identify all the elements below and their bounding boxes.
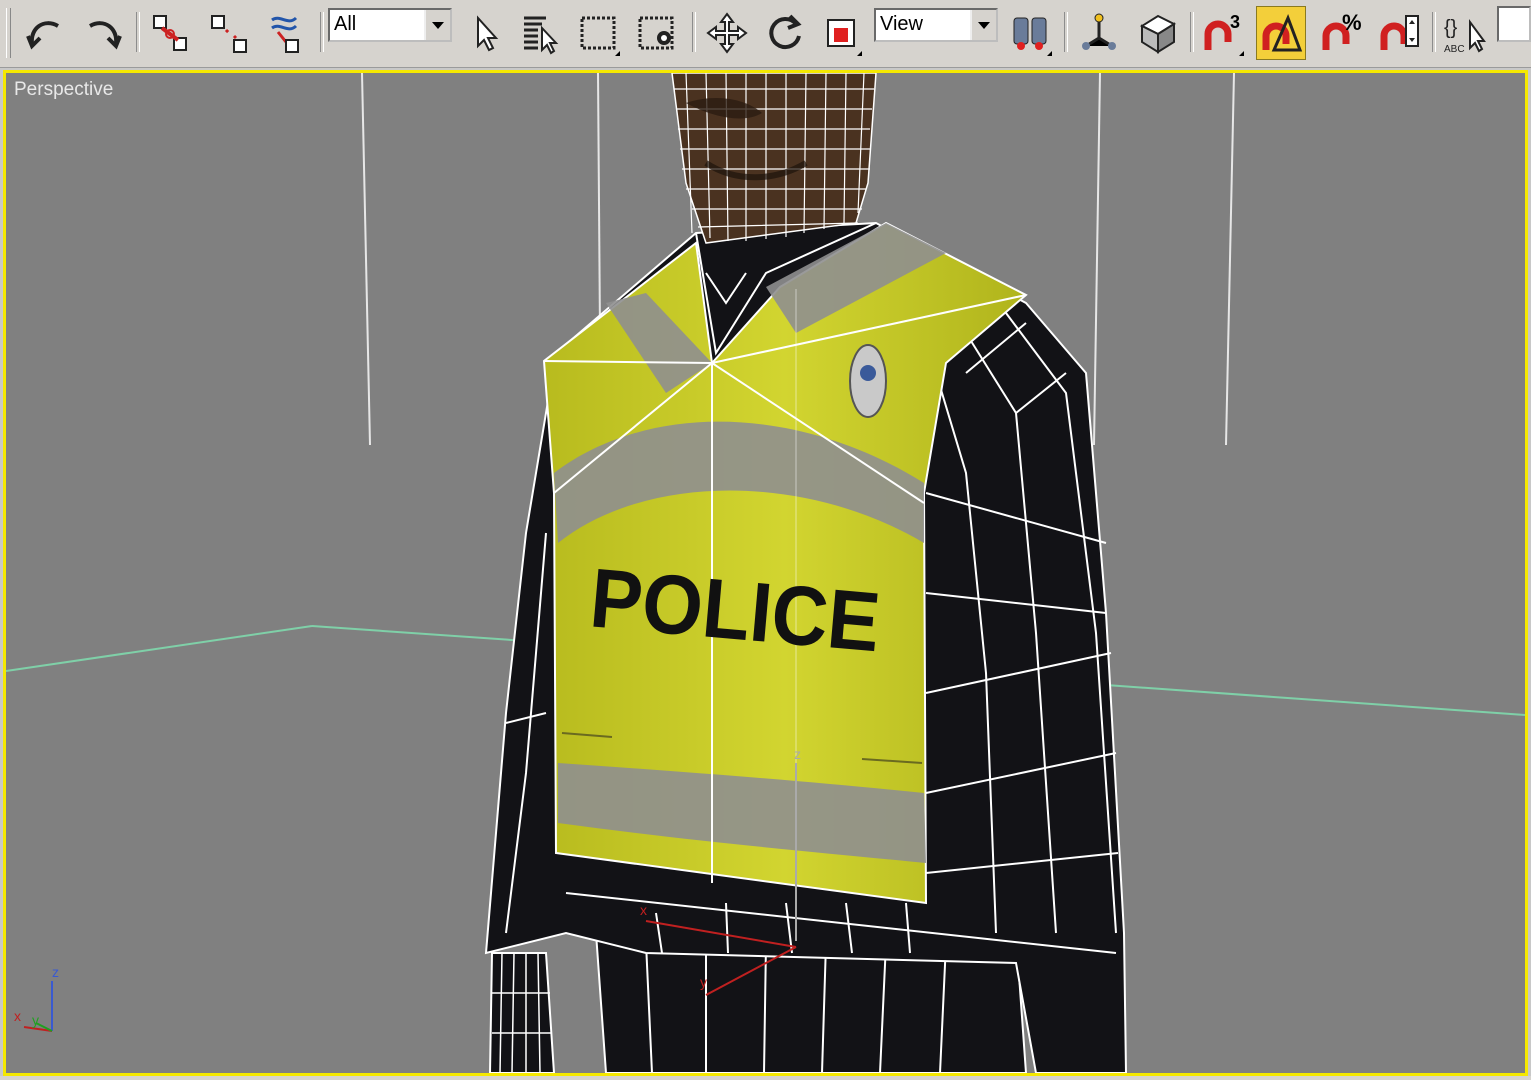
- window-crossing-icon: [638, 16, 674, 50]
- edit-named-selection-sets-button[interactable]: {} ABC: [1440, 6, 1490, 60]
- main-toolbar: All View 3 % {} ABC: [0, 0, 1531, 68]
- braces-label: {}: [1444, 17, 1458, 39]
- reference-coordinate-value: View: [880, 13, 923, 35]
- unlink-icon: [211, 15, 247, 53]
- select-and-manipulate-button[interactable]: [1074, 6, 1124, 60]
- toolbar-separator: [692, 12, 696, 52]
- selection-filter-dropdown[interactable]: All: [328, 8, 452, 42]
- chevron-down-icon[interactable]: [424, 10, 450, 40]
- redo-button[interactable]: [78, 6, 128, 60]
- toolbar-grip[interactable]: [6, 8, 11, 58]
- gizmo-z-label: z: [794, 746, 801, 762]
- flyout-indicator-icon: [615, 51, 620, 56]
- select-and-link-button[interactable]: [146, 6, 196, 60]
- select-and-scale-button[interactable]: [816, 6, 866, 60]
- manipulate-icon: [1082, 13, 1116, 50]
- toolbar-separator: [1432, 12, 1436, 52]
- use-pivot-point-center-button[interactable]: [1006, 6, 1056, 60]
- percent-label: %: [1342, 10, 1362, 35]
- rectangular-selection-region-button[interactable]: [574, 6, 624, 60]
- snap-3d-icon: 3: [1204, 12, 1240, 50]
- rect-selection-icon: [580, 16, 616, 50]
- named-selection-icon: {} ABC: [1444, 17, 1486, 55]
- flyout-indicator-icon: [1239, 51, 1244, 56]
- viewport-label[interactable]: Perspective: [14, 79, 113, 101]
- snap-dimension-label: 3: [1230, 12, 1240, 32]
- chevron-down-icon[interactable]: [970, 10, 996, 40]
- toolbar-separator: [136, 12, 140, 52]
- keyboard-shortcut-override-button[interactable]: [1132, 6, 1182, 60]
- character-left-hand: [488, 952, 556, 1073]
- link-icon: [153, 15, 187, 51]
- undo-button[interactable]: [20, 6, 70, 60]
- space-warp-icon: [271, 16, 299, 53]
- select-and-move-button[interactable]: [702, 6, 752, 60]
- bind-to-space-warp-button[interactable]: [262, 6, 312, 60]
- select-and-rotate-button[interactable]: [760, 6, 810, 60]
- spinner-snap-toggle-button[interactable]: [1374, 6, 1424, 60]
- window-crossing-button[interactable]: [632, 6, 682, 60]
- axis-y-label: y: [32, 1012, 39, 1028]
- reference-coordinate-dropdown[interactable]: View: [874, 8, 998, 42]
- flyout-indicator-icon: [1047, 51, 1052, 56]
- toolbar-separator: [1190, 12, 1194, 52]
- axis-z-label: z: [52, 964, 59, 980]
- snaps-toggle-button[interactable]: 3: [1198, 6, 1248, 60]
- bottom-status-strip: [0, 1076, 1531, 1080]
- percent-snap-toggle-button[interactable]: %: [1316, 6, 1366, 60]
- angle-snap-icon: [1262, 14, 1303, 52]
- viewport-scene: POLICE z x y z x y: [6, 73, 1525, 1073]
- undo-icon: [26, 21, 59, 50]
- axis-tripod: z x y: [14, 964, 59, 1032]
- select-by-name-icon: [524, 16, 559, 55]
- gizmo-y-label: y: [700, 974, 707, 990]
- redo-icon: [89, 21, 122, 50]
- spinner-snap-icon: [1380, 15, 1419, 50]
- named-selection-abc-label: ABC: [1444, 44, 1465, 55]
- angle-snap-toggle-button[interactable]: [1256, 6, 1306, 60]
- character-head: [671, 73, 877, 244]
- named-selection-field[interactable]: [1497, 6, 1531, 42]
- flyout-indicator-icon: [857, 51, 862, 56]
- select-by-name-button[interactable]: [516, 6, 566, 60]
- toolbar-separator: [1064, 12, 1068, 52]
- scale-icon: [827, 19, 855, 47]
- perspective-viewport[interactable]: POLICE z x y z x y Perspective: [3, 70, 1528, 1076]
- arrow-cursor-icon: [477, 15, 499, 52]
- unlink-selection-button[interactable]: [204, 6, 254, 60]
- keyboard-override-icon: [1139, 14, 1177, 54]
- move-icon: [706, 12, 748, 54]
- gizmo-x-label: x: [640, 902, 647, 918]
- select-object-button[interactable]: [460, 6, 510, 60]
- pivot-center-icon: [1013, 17, 1047, 50]
- percent-snap-icon: %: [1322, 10, 1362, 50]
- toolbar-separator: [320, 12, 324, 52]
- axis-x-label: x: [14, 1008, 21, 1024]
- rotate-icon: [769, 14, 802, 50]
- selection-filter-value: All: [334, 13, 357, 35]
